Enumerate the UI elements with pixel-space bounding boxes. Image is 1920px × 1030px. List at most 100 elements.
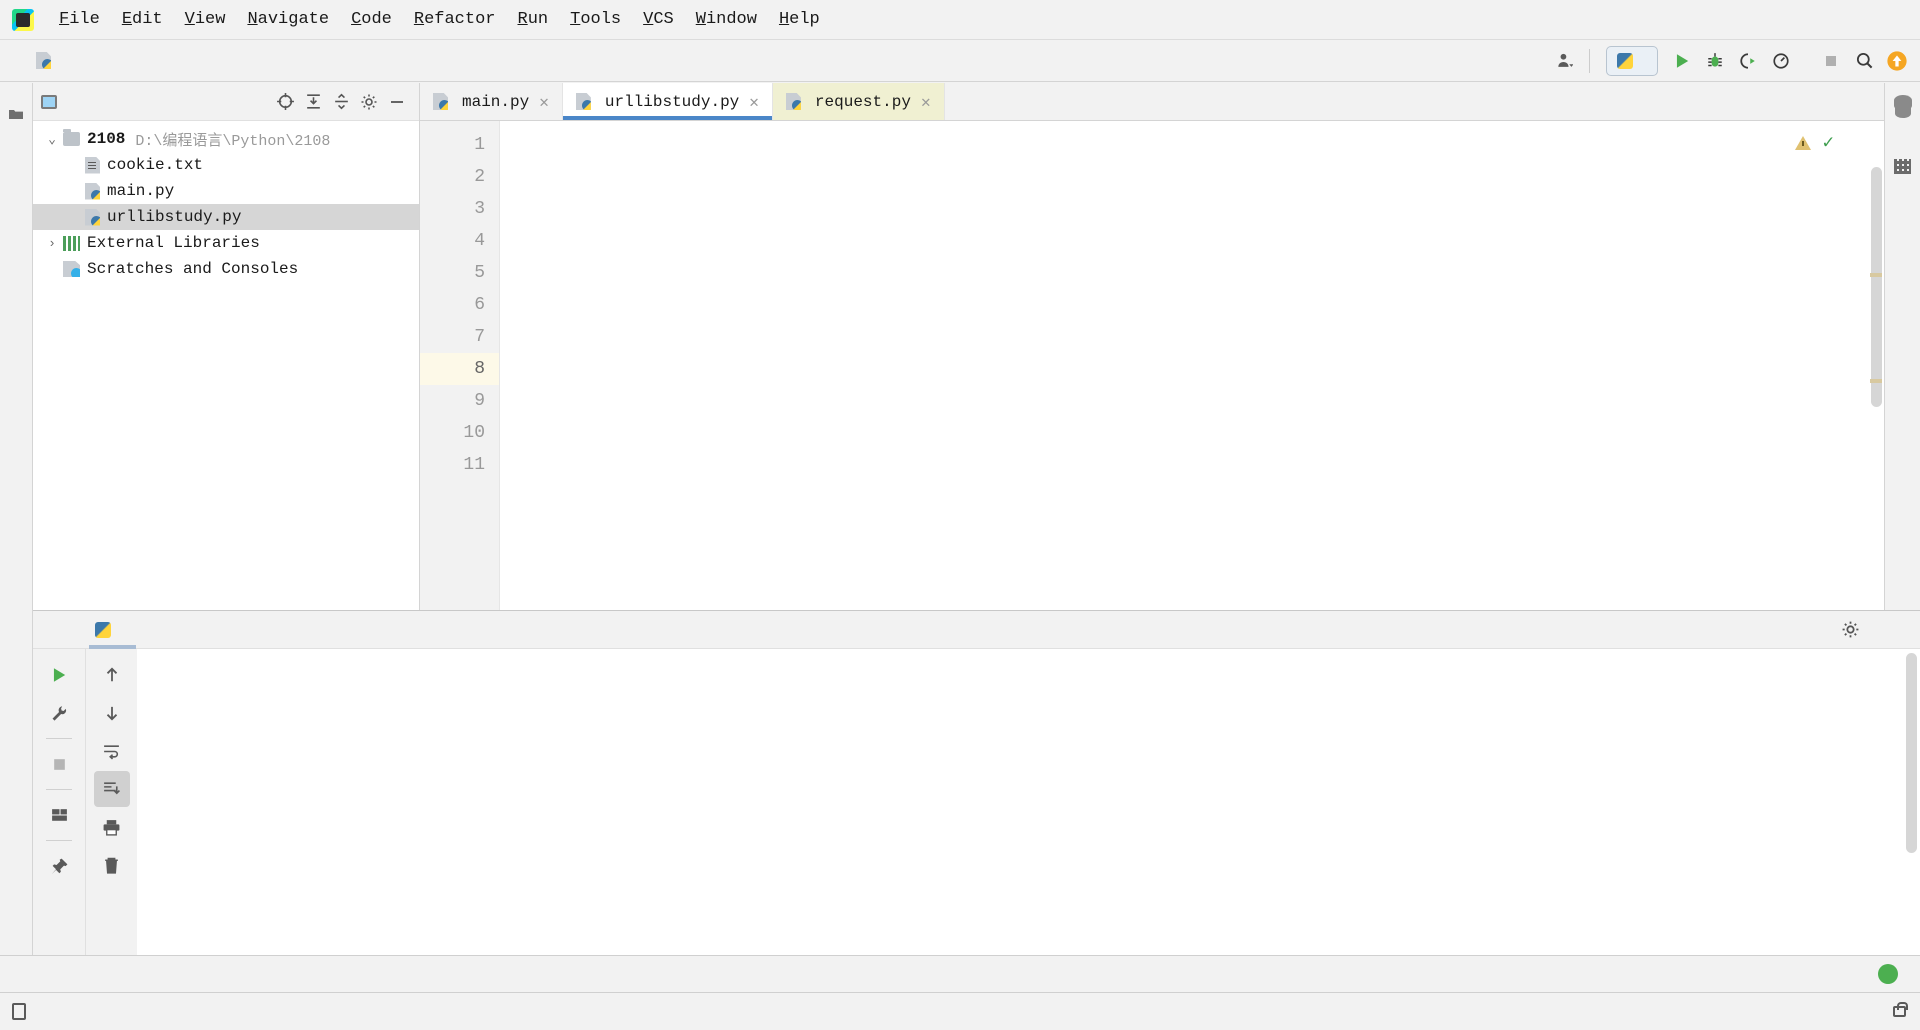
tree-item-label: Scratches and Consoles	[87, 260, 299, 278]
rerun-button[interactable]	[41, 657, 77, 693]
collapse-all-icon[interactable]	[299, 88, 327, 116]
run-actions-left[interactable]	[33, 649, 85, 955]
close-button[interactable]	[1868, 0, 1920, 40]
python-file-icon	[785, 93, 801, 110]
status-indicators[interactable]	[1845, 1002, 1920, 1017]
menu-help[interactable]: Help	[768, 6, 831, 33]
line-number[interactable]: 4	[420, 225, 499, 257]
down-stacktrace-button[interactable]	[94, 695, 130, 731]
run-settings-gear-icon[interactable]	[1832, 612, 1868, 648]
inspection-widget[interactable]: ✓	[1794, 131, 1868, 154]
marker-warning[interactable]	[1870, 273, 1882, 277]
close-icon[interactable]: ✕	[749, 92, 759, 112]
menu-file[interactable]: File	[48, 6, 111, 33]
window-controls[interactable]	[1764, 0, 1920, 40]
close-icon[interactable]: ✕	[921, 92, 931, 112]
console-output[interactable]	[137, 649, 1920, 955]
line-number[interactable]: 8	[420, 353, 499, 385]
warning-icon	[1794, 135, 1811, 150]
settings-gear-icon[interactable]	[355, 88, 383, 116]
event-log-button[interactable]	[1878, 956, 1920, 992]
debug-button[interactable]	[1700, 46, 1730, 76]
scroll-to-end-button[interactable]	[93, 771, 130, 807]
tree-expand-arrow[interactable]: ›	[41, 236, 63, 251]
breadcrumb[interactable]	[18, 52, 58, 69]
profile-button[interactable]	[1766, 46, 1796, 76]
console-scrollbar[interactable]	[1906, 653, 1917, 853]
tool-window-bar[interactable]	[0, 955, 1920, 992]
tree-item-scratches-and-consoles[interactable]: Scratches and Consoles	[33, 256, 419, 282]
soft-wrap-button[interactable]	[94, 733, 130, 769]
minimize-button[interactable]	[1764, 0, 1816, 40]
marker-warning[interactable]	[1870, 379, 1882, 383]
editor-tab-main-py[interactable]: main.py ✕	[420, 83, 563, 120]
left-tool-strip[interactable]	[0, 83, 33, 955]
scroll-from-source-icon[interactable]	[271, 88, 299, 116]
maximize-button[interactable]	[1816, 0, 1868, 40]
run-button[interactable]	[1667, 46, 1697, 76]
lock-icon[interactable]	[1893, 1002, 1908, 1017]
run-with-coverage-button[interactable]	[1733, 46, 1763, 76]
up-stacktrace-button[interactable]	[94, 657, 130, 693]
menu-edit[interactable]: Edit	[111, 6, 174, 33]
editor-tabs[interactable]: main.py ✕ urllibstudy.py ✕ request.py ✕	[420, 83, 1884, 121]
scratches-icon	[63, 261, 80, 277]
line-number[interactable]: 1	[420, 129, 499, 161]
profile-dropdown-icon[interactable]	[1799, 46, 1813, 76]
stop-button[interactable]	[1816, 46, 1846, 76]
tree-item-urllibstudy-py[interactable]: urllibstudy.py	[33, 204, 419, 230]
main-toolbar[interactable]	[1549, 45, 1912, 76]
menu-vcs[interactable]: VCS	[632, 6, 685, 33]
expand-all-icon[interactable]	[327, 88, 355, 116]
hide-panel-icon[interactable]	[383, 88, 411, 116]
line-number[interactable]: 3	[420, 193, 499, 225]
tree-item-main-py[interactable]: main.py	[33, 178, 419, 204]
close-icon[interactable]: ✕	[539, 92, 549, 112]
run-tool-window	[33, 610, 1920, 955]
update-project-icon[interactable]	[1882, 46, 1912, 76]
user-account-icon[interactable]	[1549, 46, 1579, 76]
run-actions-right[interactable]	[85, 649, 137, 955]
line-number[interactable]: 11	[420, 449, 499, 481]
stop-button[interactable]	[41, 746, 77, 782]
line-number[interactable]: 5	[420, 257, 499, 289]
project-view-icon	[41, 94, 57, 109]
layout-settings-button[interactable]	[41, 797, 77, 833]
tree-item-external-libraries[interactable]: › External Libraries	[33, 230, 419, 256]
menu-navigate[interactable]: Navigate	[236, 6, 340, 33]
line-number[interactable]: 2	[420, 161, 499, 193]
menu-code[interactable]: Code	[340, 6, 403, 33]
run-tab-urllibstudy[interactable]	[89, 611, 136, 649]
divider	[46, 789, 72, 790]
search-icon[interactable]	[1849, 46, 1879, 76]
run-panel-header-actions[interactable]	[1832, 612, 1910, 648]
run-hide-panel-icon[interactable]	[1874, 612, 1910, 648]
line-number[interactable]: 10	[420, 417, 499, 449]
menu-run[interactable]: Run	[507, 6, 560, 33]
sidebar-tab-sciview[interactable]	[1894, 159, 1911, 198]
status-message-area[interactable]	[12, 1003, 36, 1020]
line-number[interactable]: 9	[420, 385, 499, 417]
tree-item-cookie-txt[interactable]: cookie.txt	[33, 152, 419, 178]
menu-tools[interactable]: Tools	[559, 6, 632, 33]
editor-tab-urllibstudy-py[interactable]: urllibstudy.py ✕	[562, 83, 773, 120]
tree-expand-arrow[interactable]: ⌄	[41, 132, 63, 147]
menu-refactor[interactable]: Refactor	[403, 6, 507, 33]
run-configuration-selector[interactable]	[1606, 45, 1658, 76]
pin-tab-button[interactable]	[41, 848, 77, 884]
edit-configuration-button[interactable]	[41, 695, 77, 731]
tree-item-2108[interactable]: ⌄ 2108 D:\编程语言\Python\2108	[33, 126, 419, 152]
line-number[interactable]: 7	[420, 321, 499, 353]
sidebar-tab-database[interactable]	[1893, 95, 1912, 137]
run-panel-header	[33, 611, 1920, 649]
line-number[interactable]: 6	[420, 289, 499, 321]
print-button[interactable]	[94, 809, 130, 845]
editor-scrollbar[interactable]	[1871, 167, 1882, 407]
menu-bar[interactable]: File Edit View Navigate Code Refactor Run Tools…	[48, 6, 831, 33]
menu-window[interactable]: Window	[685, 6, 768, 33]
python-logo-icon	[95, 621, 111, 638]
python-file-icon	[575, 93, 591, 110]
clear-all-button[interactable]	[94, 847, 130, 883]
menu-view[interactable]: View	[174, 6, 237, 33]
editor-tab-request-py[interactable]: request.py ✕	[772, 83, 945, 120]
